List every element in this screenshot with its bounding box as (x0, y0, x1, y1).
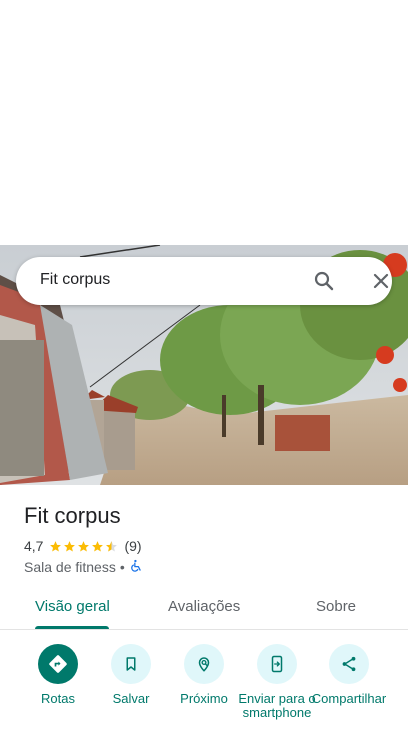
tab-about[interactable]: Sobre (316, 598, 356, 615)
place-category: Sala de fitness (24, 559, 116, 575)
directions-icon (38, 644, 78, 684)
search-bar[interactable]: Fit corpus (16, 257, 392, 305)
nearby-button[interactable]: Próximo (164, 644, 244, 706)
separator-dot: • (119, 559, 125, 575)
send-to-phone-button[interactable]: Enviar para o smartphone (237, 644, 317, 720)
send-to-phone-icon (257, 644, 297, 684)
wheelchair-accessible-icon (129, 559, 143, 576)
nearby-icon (184, 644, 224, 684)
star-icon (50, 540, 62, 551)
bookmark-icon (111, 644, 151, 684)
star-icon (78, 540, 90, 551)
place-title: Fit corpus (24, 503, 121, 528)
tab-bar: Visão geral Avaliações Sobre (0, 588, 408, 630)
close-icon[interactable] (369, 269, 393, 293)
tab-overview[interactable]: Visão geral (35, 598, 110, 615)
half-star-icon (106, 540, 118, 551)
action-buttons: Rotas Salvar Próximo Enviar para o smart… (0, 640, 408, 730)
directions-label: Rotas (41, 691, 75, 706)
search-input[interactable]: Fit corpus (40, 271, 110, 289)
rating-row[interactable]: 4,7 (9) (24, 537, 142, 555)
map-blank-area (0, 0, 408, 245)
send-to-phone-label: Enviar para o smartphone (238, 691, 316, 720)
tab-reviews[interactable]: Avaliações (168, 598, 240, 615)
star-icon (92, 540, 104, 551)
share-icon (329, 644, 369, 684)
rating-value: 4,7 (24, 538, 44, 554)
share-button[interactable]: Compartilhar (309, 644, 389, 706)
review-count: (9) (124, 538, 142, 554)
star-icon (64, 540, 76, 551)
share-label: Compartilhar (311, 691, 387, 706)
active-tab-indicator (35, 626, 109, 629)
save-button[interactable]: Salvar (91, 644, 171, 706)
category-row: Sala de fitness • (24, 558, 143, 576)
rating-stars (49, 540, 119, 553)
directions-button[interactable]: Rotas (18, 644, 98, 706)
save-label: Salvar (112, 691, 150, 706)
nearby-label: Próximo (180, 691, 228, 706)
search-icon[interactable] (312, 269, 336, 293)
